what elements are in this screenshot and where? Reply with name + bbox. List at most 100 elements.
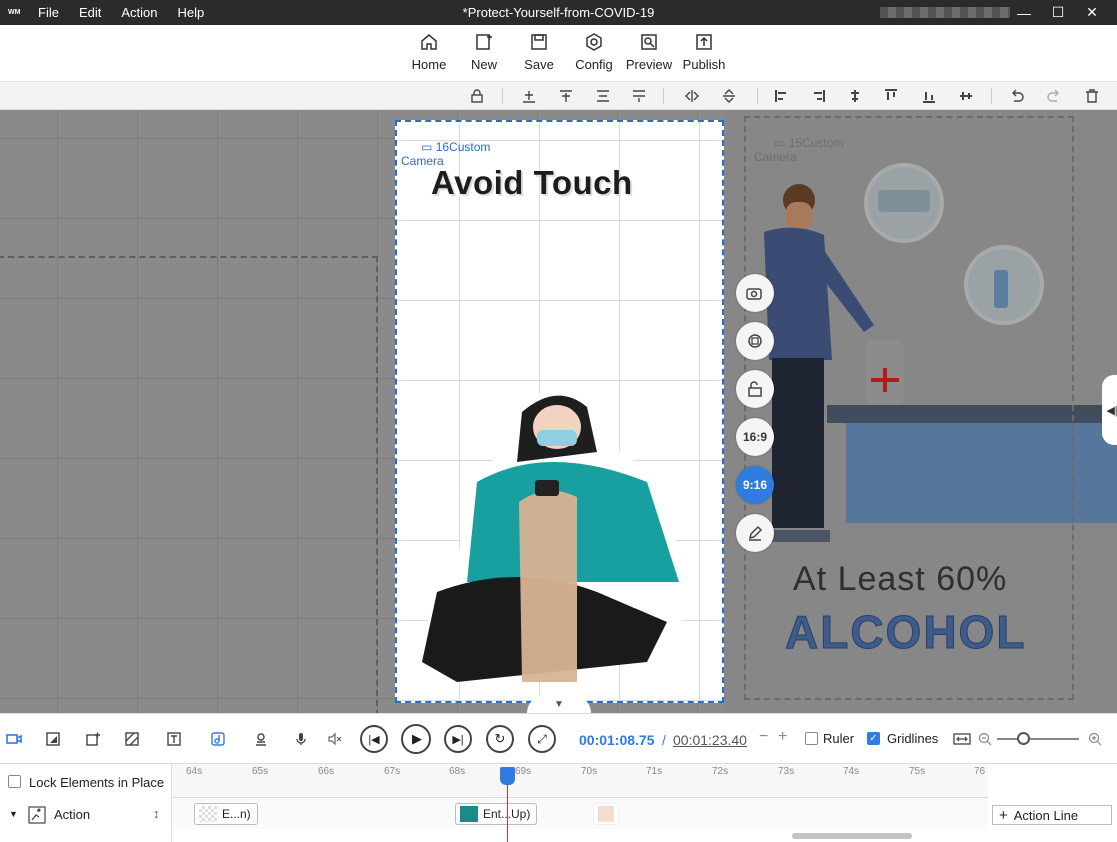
screenshot-camera-button[interactable] [736, 274, 774, 312]
action-clip[interactable]: Ent...Up) [455, 803, 537, 825]
app-logo: WM [8, 8, 21, 16]
lock-icon[interactable] [468, 87, 486, 105]
toolbar-separator [757, 88, 758, 104]
skip-back-icon: |◀ [368, 733, 380, 746]
align-middle-icon[interactable] [957, 87, 975, 105]
stage-canvas[interactable]: ▭ 15Custom Camera At Least 60% ALCOHOL ▭… [0, 110, 1117, 713]
timeline-toolbar: |◀ ▶ ▶| ↻ ⤢ 00:01:08.75 / 00:01:23.40 − … [0, 713, 1117, 763]
music-tool-icon[interactable] [209, 730, 227, 748]
replay-button[interactable]: ↻ [486, 725, 514, 753]
action-clip[interactable]: E...n) [194, 803, 258, 825]
ratio-9-16-button[interactable]: 9:16 [736, 466, 774, 504]
ruler-checkbox[interactable] [805, 732, 818, 745]
ruler-tick: 69s [515, 766, 532, 777]
flip-vertical-icon[interactable] [720, 87, 738, 105]
align-bottom-icon[interactable] [920, 87, 938, 105]
skip-back-button[interactable]: |◀ [360, 725, 388, 753]
zoom-slider-track[interactable] [997, 738, 1079, 740]
action-track[interactable]: E...n) Ent...Up) [172, 799, 988, 829]
fit-width-icon[interactable] [953, 730, 971, 748]
unlock-button[interactable] [736, 370, 774, 408]
menu-action[interactable]: Action [121, 5, 157, 20]
distribute-vcenter-icon[interactable] [557, 87, 575, 105]
distribute-top-icon[interactable] [520, 87, 538, 105]
add-action-line-button[interactable]: + Action Line [992, 805, 1112, 825]
camera-tool-icon[interactable] [5, 730, 23, 748]
ruler-tick: 65s [252, 766, 269, 777]
publish-label: Publish [682, 57, 726, 72]
action-clip[interactable] [593, 803, 619, 825]
minimize-button[interactable]: — [1007, 5, 1041, 21]
playhead-line [507, 784, 508, 842]
camera-frame-16-selected[interactable]: ▭ 16Custom Camera Avoid Touch [395, 120, 724, 703]
align-top-icon[interactable] [882, 87, 900, 105]
zoom-slider-knob[interactable] [1017, 732, 1030, 745]
redo-icon[interactable] [1045, 87, 1063, 105]
alcohol-text[interactable]: ALCOHOL [784, 605, 1026, 659]
time-decrease-button[interactable]: − [759, 728, 768, 746]
ruler-tick: 68s [449, 766, 466, 777]
flip-horizontal-icon[interactable] [683, 87, 701, 105]
preview-button[interactable]: Preview [619, 31, 679, 72]
playhead-handle[interactable] [500, 767, 515, 785]
window-controls: — ☐ ✕ [1007, 0, 1109, 25]
save-button[interactable]: Save [509, 31, 569, 72]
menu-file[interactable]: File [38, 5, 59, 20]
edit-camera-button[interactable] [736, 514, 774, 552]
gridlines-checkbox[interactable]: ✓ [867, 732, 880, 745]
clip-thumbnail [460, 806, 478, 822]
timeline-scrollbar[interactable] [792, 833, 912, 839]
preview-label: Preview [625, 57, 673, 72]
at-least-text[interactable]: At Least 60% [793, 560, 1007, 599]
lock-elements-label: Lock Elements in Place [29, 775, 165, 790]
user-account-blurred[interactable] [880, 7, 1010, 18]
menu-edit[interactable]: Edit [79, 5, 101, 20]
new-button[interactable]: New [454, 31, 514, 72]
play-button[interactable]: ▶ [401, 724, 431, 754]
microphone-icon[interactable] [292, 730, 310, 748]
rotate-camera-button[interactable] [736, 322, 774, 360]
home-button[interactable]: Home [399, 31, 459, 72]
rotate-icon [748, 334, 762, 348]
publish-button[interactable]: Publish [674, 31, 734, 72]
zoom-out-icon[interactable] [976, 730, 994, 748]
fullscreen-button[interactable]: ⤢ [528, 725, 556, 753]
ruler-tick: 76 [974, 766, 986, 777]
ruler-tick: 64s [186, 766, 203, 777]
config-button[interactable]: Config [564, 31, 624, 72]
time-increase-button[interactable]: + [778, 728, 787, 746]
config-label: Config [575, 57, 613, 72]
background-tool-icon[interactable] [44, 730, 62, 748]
menu-help[interactable]: Help [178, 5, 205, 20]
ratio-16-9-button[interactable]: 16:9 [736, 418, 774, 456]
character-tool-icon[interactable] [252, 730, 270, 748]
close-button[interactable]: ✕ [1075, 4, 1109, 21]
align-left-icon[interactable] [773, 87, 791, 105]
camera-15-label: ▭ 15Custom Camera [754, 136, 844, 164]
expand-track-icon[interactable]: ▼ [9, 809, 18, 819]
undo-icon[interactable] [1008, 87, 1026, 105]
align-right-icon[interactable] [809, 87, 827, 105]
mute-icon[interactable] [326, 730, 344, 748]
align-toolbar [0, 82, 1117, 110]
distribute-middle-icon[interactable] [594, 87, 612, 105]
text-tool-icon[interactable] [165, 730, 183, 748]
add-element-icon[interactable] [84, 730, 102, 748]
toolbar-separator [991, 88, 992, 104]
pencil-icon [748, 525, 763, 541]
action-track-label: Action [54, 807, 91, 822]
zoom-in-icon[interactable] [1086, 730, 1104, 748]
align-center-icon[interactable] [846, 87, 864, 105]
timeline-panel: Lock Elements in Place ▼ Action ↕ 64s 65… [0, 763, 1117, 842]
maximize-button[interactable]: ☐ [1041, 4, 1075, 21]
shape-tool-icon[interactable] [123, 730, 141, 748]
lock-elements-checkbox[interactable] [8, 775, 21, 788]
track-resize-icon[interactable]: ↕ [153, 806, 160, 821]
total-time[interactable]: 00:01:23.40 [673, 732, 747, 748]
time-ruler[interactable]: 64s 65s 66s 67s 68s 69s 70s 71s 72s 73s … [172, 764, 988, 798]
delete-icon[interactable] [1083, 87, 1101, 105]
distribute-bottom-icon[interactable] [630, 87, 648, 105]
collapse-panel-button[interactable]: ◀| [1102, 375, 1117, 445]
skip-forward-button[interactable]: ▶| [444, 725, 472, 753]
timeline-collapse-handle[interactable]: ▼ [527, 695, 591, 713]
